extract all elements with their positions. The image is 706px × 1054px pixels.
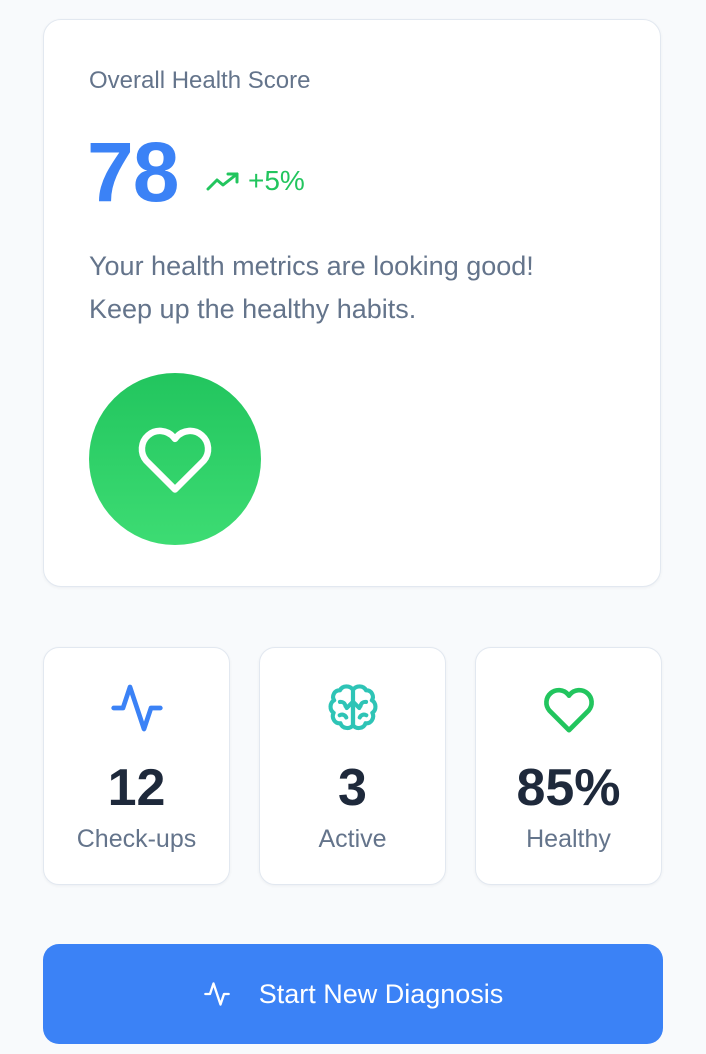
score-trend: +5% [206,165,305,197]
stat-label: Check-ups [76,825,197,853]
stat-card-active: 3 Active [259,647,446,885]
score-value: 78 [87,125,179,219]
score-message-line-1: Your health metrics are looking good! [89,251,534,281]
stat-value: 85% [516,759,621,817]
stat-value: 12 [107,759,166,817]
heart-icon [134,419,216,500]
stat-label: Active [318,825,387,853]
stat-card-healthy: 85% Healthy [475,647,662,885]
health-score-card: Overall Health Score 78 +5% Your health … [43,19,661,587]
health-badge [89,373,261,545]
score-message: Your health metrics are looking good! Ke… [89,245,629,331]
stat-value: 3 [338,759,367,817]
stat-card-checkups: 12 Check-ups [43,647,230,885]
start-new-diagnosis-label: Start New Diagnosis [258,978,504,1009]
score-title: Overall Health Score [89,67,311,94]
brain-icon [260,678,445,738]
activity-icon [44,678,229,738]
heart-icon [476,678,661,738]
trending-up-icon [206,170,240,192]
trend-value: +5% [248,165,305,196]
start-new-diagnosis-button[interactable]: Start New Diagnosis [43,944,663,1044]
stat-label: Healthy [526,825,611,853]
activity-icon [203,980,231,1008]
score-message-line-2: Keep up the healthy habits. [89,294,417,324]
